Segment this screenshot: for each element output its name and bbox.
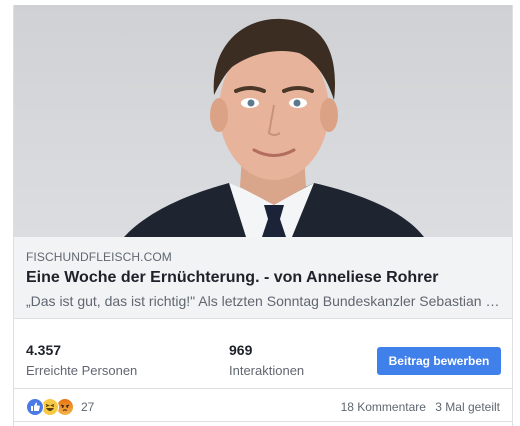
- link-description: „Das ist gut, das ist richtig!" Als letz…: [26, 293, 500, 309]
- reach-label: Erreichte Personen: [26, 363, 138, 378]
- reactions-bar: 27 18 Kommentare 3 Mal geteilt: [14, 390, 512, 422]
- engagement-meta: 18 Kommentare 3 Mal geteilt: [335, 399, 500, 415]
- portrait-illustration: [124, 18, 424, 237]
- engagement-label: Interaktionen: [229, 363, 305, 378]
- post-image[interactable]: [14, 5, 512, 237]
- boost-post-button[interactable]: Beitrag bewerben: [377, 347, 501, 375]
- link-title[interactable]: Eine Woche der Ernüchterung. - von Annel…: [26, 267, 500, 289]
- link-preview[interactable]: FISCHUNDFLEISCH.COM Eine Woche der Ernüc…: [14, 237, 512, 319]
- reach-stat[interactable]: 4.357 Erreichte Personen: [26, 341, 137, 380]
- comments-link[interactable]: 18 Kommentare: [341, 400, 426, 414]
- reach-value: 4.357: [26, 342, 62, 358]
- shares-link[interactable]: 3 Mal geteilt: [435, 400, 500, 414]
- post-card: FISCHUNDFLEISCH.COM Eine Woche der Ernüc…: [13, 5, 513, 426]
- post-insights: 4.357 Erreichte Personen 969 Interaktion…: [14, 329, 512, 389]
- engagement-value: 969: [229, 342, 253, 358]
- reaction-summary[interactable]: 27: [26, 398, 94, 416]
- like-icon: [26, 398, 44, 416]
- link-domain: FISCHUNDFLEISCH.COM: [26, 250, 172, 264]
- reaction-count: 27: [81, 400, 95, 414]
- engagement-stat[interactable]: 969 Interaktionen: [229, 341, 304, 380]
